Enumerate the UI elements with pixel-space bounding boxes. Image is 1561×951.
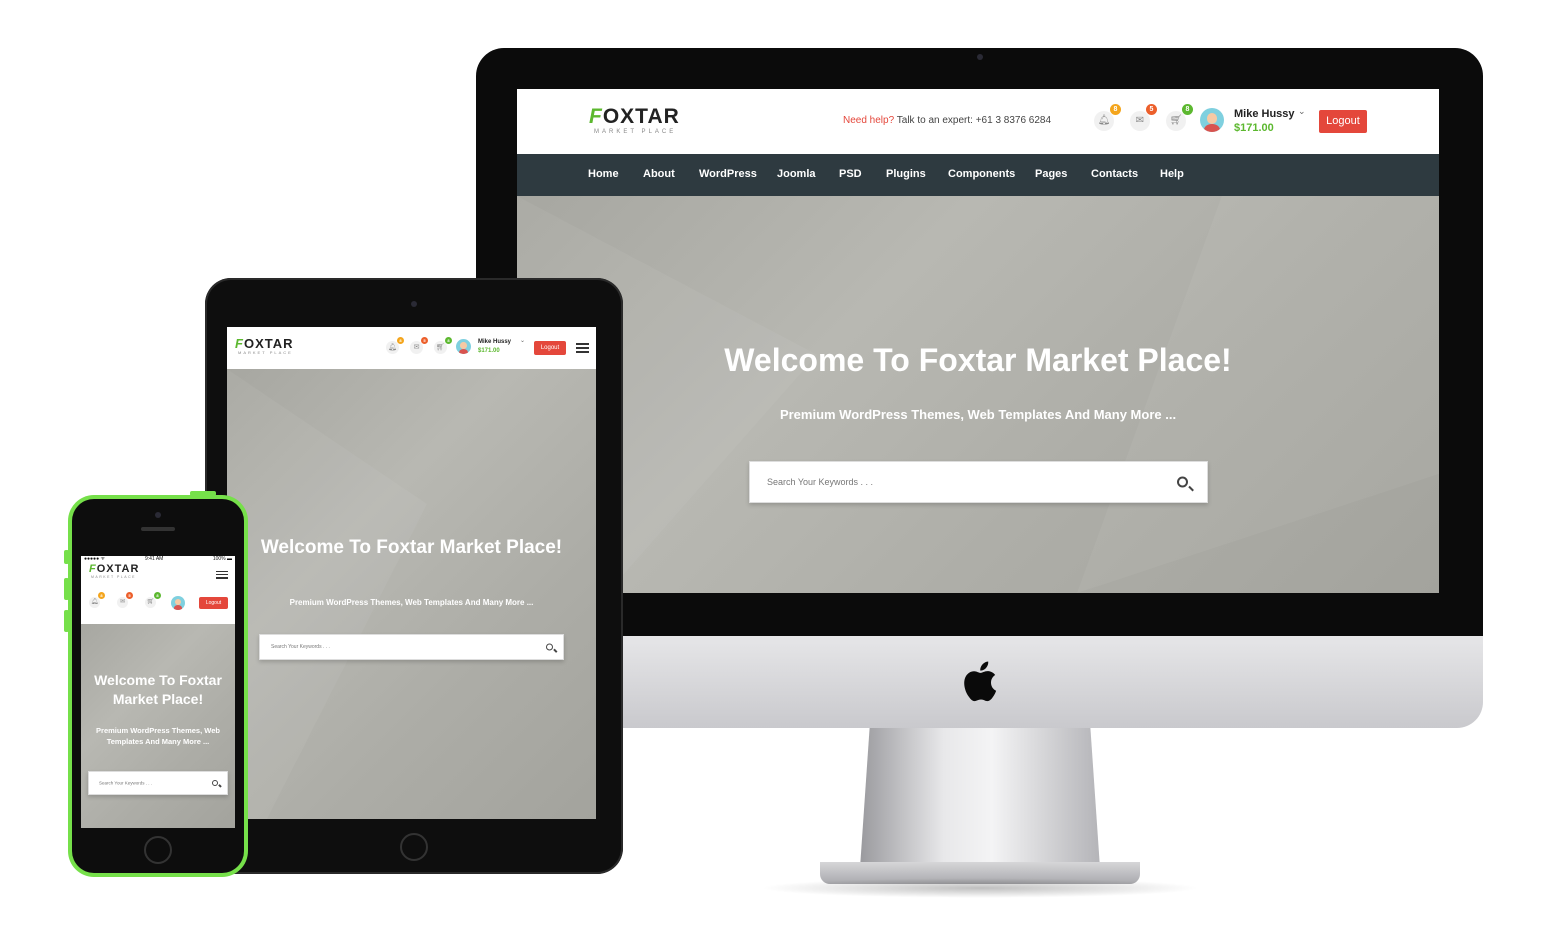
nav-item-joomla[interactable]: Joomla — [777, 154, 816, 194]
search-placeholder: Search Your Keywords . . . — [99, 780, 153, 786]
avatar[interactable] — [456, 339, 471, 354]
cart-icon: 🛒︎ — [146, 599, 155, 605]
nav-item-psd[interactable]: PSD — [839, 154, 862, 194]
notifications-badge: 8 — [98, 592, 105, 599]
apple-logo-icon — [964, 661, 997, 702]
imac-screen: FOXTAR MARKET PLACE Need help? Talk to a… — [517, 89, 1439, 593]
search-input[interactable]: Search Your Keywords . . . — [259, 634, 564, 660]
messages-button[interactable]: ✉ — [1130, 111, 1150, 131]
nav-item-wordpress[interactable]: WordPress — [699, 154, 757, 194]
hero-banner: Welcome To Foxtar Market Place! Premium … — [81, 624, 235, 828]
imac-shadow — [760, 878, 1200, 898]
hero-subtitle: Premium WordPress Themes, Web Templates … — [96, 726, 220, 746]
bell-icon: 🔔︎ — [90, 599, 99, 605]
user-name[interactable]: Mike Hussy — [1234, 108, 1295, 120]
search-input[interactable]: Search Your Keywords . . . — [749, 461, 1208, 503]
bell-icon: 🔔︎ — [388, 344, 397, 351]
imac-stand — [860, 728, 1100, 868]
cart-icon: 🛒︎ — [1169, 115, 1183, 126]
mail-icon: ✉ — [413, 344, 420, 351]
hero-banner: Welcome To Foxtar Market Place! Premium … — [517, 196, 1439, 593]
hero-facet — [227, 369, 427, 819]
mail-icon: ✉ — [119, 599, 126, 605]
help-line: Need help? Talk to an expert: +61 3 8376… — [843, 115, 1051, 126]
hero-title: Welcome To Foxtar Market Place! — [94, 672, 222, 707]
search-icon-handle — [1188, 485, 1195, 492]
cart-badge: 8 — [445, 337, 452, 344]
nav-item-pages[interactable]: Pages — [1035, 154, 1067, 194]
messages-badge: 5 — [126, 592, 133, 599]
search-icon[interactable] — [212, 780, 222, 788]
iphone-home-button — [144, 836, 172, 864]
hero-subtitle: Premium WordPress Themes, Web Templates … — [779, 407, 1177, 422]
search-placeholder: Search Your Keywords . . . — [271, 644, 330, 650]
mobile-header: FOXTAR MARKET PLACE 🔔︎ 8 ✉ 5 🛒︎ 8 Logout — [81, 564, 235, 624]
iphone-camera — [155, 512, 161, 518]
site-header: FOXTAR MARKET PLACE Need help? Talk to a… — [517, 89, 1439, 154]
battery-indicator: 100% ▬ — [212, 556, 232, 562]
nav-item-plugins[interactable]: Plugins — [886, 154, 926, 194]
mail-icon: ✉ — [1135, 115, 1145, 126]
hamburger-menu-icon[interactable] — [576, 343, 589, 353]
bell-icon: 🔔︎ — [1097, 115, 1111, 126]
notifications-badge: 8 — [397, 337, 404, 344]
cart-button[interactable]: 🛒︎ — [145, 597, 156, 608]
notifications-button[interactable]: 🔔︎ — [1094, 111, 1114, 131]
avatar[interactable] — [171, 596, 185, 610]
avatar[interactable] — [1200, 108, 1224, 132]
carrier-signal: ●●●●● ᯤ — [84, 556, 106, 562]
search-input[interactable]: Search Your Keywords . . . — [88, 771, 228, 795]
chevron-down-icon[interactable]: ⌄ — [520, 337, 525, 344]
site-logo[interactable]: FOXTAR MARKET PLACE — [89, 564, 139, 580]
imac-camera — [977, 54, 983, 60]
iphone-speaker — [141, 527, 175, 531]
site-logo[interactable]: FOXTAR MARKET PLACE — [235, 337, 294, 355]
ipad-camera — [411, 301, 417, 307]
messages-badge: 5 — [421, 337, 428, 344]
nav-item-about[interactable]: About — [643, 154, 675, 194]
ipad-screen: FOXTAR MARKET PLACE 🔔︎ 8 ✉ 5 🛒︎ 8 Mike H… — [227, 327, 596, 819]
nav-item-help[interactable]: Help — [1160, 154, 1184, 194]
cart-badge: 8 — [1182, 104, 1193, 115]
ipad-home-button — [400, 833, 428, 861]
nav-item-home[interactable]: Home — [588, 154, 619, 194]
search-icon[interactable] — [1177, 476, 1195, 492]
cart-icon: 🛒︎ — [436, 344, 445, 351]
hero-subtitle: Premium WordPress Themes, Web Templates … — [289, 598, 534, 607]
user-balance: $171.00 — [478, 348, 500, 354]
hero-title: Welcome To Foxtar Market Place! — [724, 342, 1232, 378]
hamburger-menu-icon[interactable] — [216, 571, 228, 579]
main-nav: Home About WordPress Joomla PSD Plugins … — [517, 154, 1439, 196]
tablet-header: FOXTAR MARKET PLACE 🔔︎ 8 ✉ 5 🛒︎ 8 Mike H… — [227, 327, 596, 369]
iphone-screen: ●●●●● ᯤ 9:41 AM 100% ▬ FOXTAR MARKET PLA… — [81, 556, 235, 828]
search-icon-handle — [218, 784, 222, 788]
user-name[interactable]: Mike Hussy — [478, 339, 511, 345]
notifications-button[interactable]: 🔔︎ — [89, 597, 100, 608]
site-logo[interactable]: FOXTAR MARKET PLACE — [589, 106, 680, 135]
notifications-badge: 8 — [1110, 104, 1121, 115]
logout-button[interactable]: Logout — [1319, 110, 1367, 133]
hero-title: Welcome To Foxtar Market Place! — [260, 537, 563, 558]
search-icon-handle — [553, 648, 558, 653]
logout-button[interactable]: Logout — [534, 341, 566, 355]
hero-banner: Welcome To Foxtar Market Place! Premium … — [227, 369, 596, 819]
cart-button[interactable]: 🛒︎ — [1166, 111, 1186, 131]
user-balance: $171.00 — [1234, 122, 1274, 134]
nav-item-contacts[interactable]: Contacts — [1091, 154, 1138, 194]
status-time: 9:41 AM — [145, 556, 164, 562]
help-phone: Talk to an expert: +61 3 8376 6284 — [896, 115, 1052, 126]
search-placeholder: Search Your Keywords . . . — [767, 477, 874, 487]
messages-badge: 5 — [1146, 104, 1157, 115]
search-icon[interactable] — [546, 643, 558, 653]
messages-button[interactable]: ✉ — [117, 597, 128, 608]
logout-button[interactable]: Logout — [199, 597, 228, 609]
cart-badge: 8 — [154, 592, 161, 599]
nav-item-components[interactable]: Components — [948, 154, 1015, 194]
help-label[interactable]: Need help? — [843, 115, 894, 126]
hero-facet — [1077, 196, 1439, 593]
chevron-down-icon[interactable]: ⌄ — [1298, 106, 1306, 117]
